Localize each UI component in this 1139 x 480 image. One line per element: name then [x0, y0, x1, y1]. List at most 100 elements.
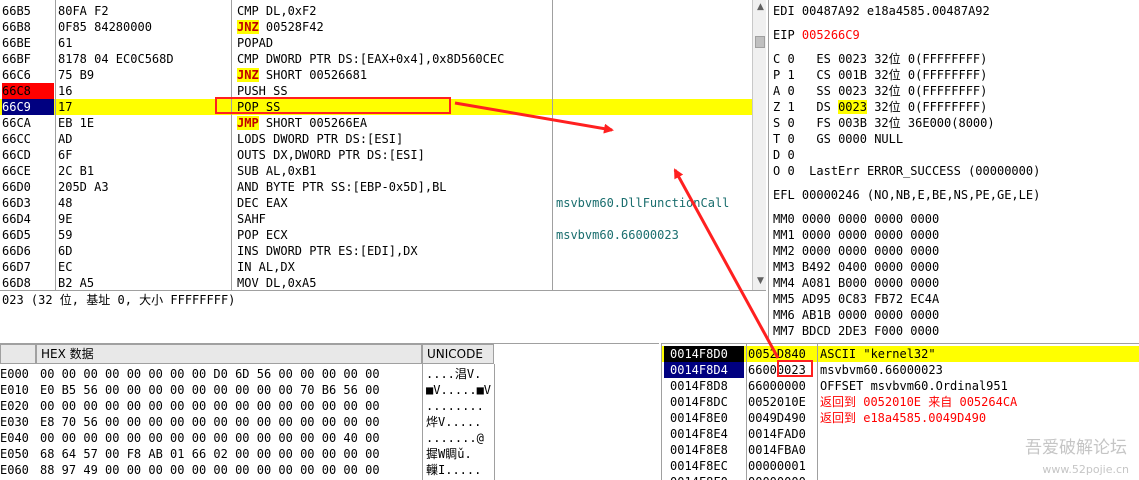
disasm-operands: SHORT 005266EA	[258, 116, 368, 130]
disasm-row[interactable]: 66CC AD LODS DWORD PTR DS:[ESI]	[0, 131, 752, 147]
disasm-row[interactable]: 66D4 9E SAHF	[0, 211, 752, 227]
stack-row[interactable]: 0014F8D0 0052D840 ASCII "kernel32"	[662, 346, 1139, 362]
disassembly-pane[interactable]: 66B5 80FA F2 CMP DL,0xF2 66B8 0F85 84280000 J…	[0, 0, 766, 290]
disasm-row[interactable]: 66CE 2C B1 SUB AL,0xB1	[0, 163, 752, 179]
disasm-operands: AL,DX	[251, 260, 295, 274]
disasm-row[interactable]: 66CA EB 1E JMP SHORT 005266EA	[0, 115, 752, 131]
segment-register-row[interactable]: A 0 SS 0023 32位 0(FFFFFFFF)	[773, 83, 987, 99]
disasm-row[interactable]: 66D3 48 DEC EAX msvbvm60.DllFunctionCall	[0, 195, 752, 211]
dump-col-hex[interactable]: HEX 数据	[36, 344, 422, 364]
stack-address: 0014F8D4	[664, 362, 744, 378]
disasm-mnemonic: INS	[237, 244, 259, 258]
segment-register-row[interactable]: T 0 GS 0000 NULL	[773, 131, 910, 147]
disasm-hex: 48	[58, 196, 73, 210]
scroll-thumb[interactable]	[755, 36, 765, 48]
disasm-row[interactable]: 66BF 8178 04 EC0C568D CMP DWORD PTR DS:[EA…	[0, 51, 752, 67]
segment-selector: 0023	[838, 100, 867, 114]
dump-unicode: ........	[426, 399, 484, 413]
dump-row[interactable]: E000 00 00 00 00 00 00 00 00 D0 6D 56 00 …	[0, 366, 659, 382]
register-efl[interactable]: EFL 00000246 (NO,NB,E,BE,NS,PE,GE,LE)	[773, 187, 1040, 203]
dump-col-address[interactable]	[0, 344, 36, 364]
mmx-register-row[interactable]: MM0 0000 0000 0000 0000	[773, 211, 939, 227]
disasm-instruction: JNZ SHORT 00526681	[237, 67, 552, 83]
dump-row[interactable]: E060 88 97 49 00 00 00 00 00 00 00 00 00 …	[0, 462, 659, 478]
disasm-operands: ECX	[258, 228, 288, 242]
disasm-scrollbar[interactable]: ▲ ▼	[752, 0, 766, 290]
mmx-register-row[interactable]: MM6 AB1B 0000 0000 0000	[773, 307, 939, 323]
hex-dump-pane[interactable]: HEX 数据 UNICODE E000 00 00 00 00 00 00 00 …	[0, 343, 659, 480]
disasm-address: 66D4	[2, 212, 31, 226]
segment-selector: 001B	[838, 68, 867, 82]
segment-bits: 32位	[874, 84, 901, 98]
annotation-box-stack-value	[777, 360, 813, 377]
dump-row[interactable]: E010 E0 B5 56 00 00 00 00 00 00 00 00 00 …	[0, 382, 659, 398]
registers-pane[interactable]: EDI 00487A92 e18a4585.00487A92 EIP 00526…	[768, 0, 1139, 342]
segment-bits: NULL	[874, 132, 904, 146]
stack-row[interactable]: 0014F8D4 66000023 msvbvm60.66000023	[662, 362, 1139, 378]
mmx-register-row[interactable]: MM2 0000 0000 0000 0000	[773, 243, 939, 259]
stack-row[interactable]: 0014F8DC 0052010E 返回到 0052010E 来自 005264CA	[662, 394, 1139, 410]
flag-d[interactable]: D 0	[773, 147, 795, 163]
scroll-up-icon[interactable]: ▲	[755, 2, 766, 13]
segment-register-row[interactable]: Z 1 DS 0023 32位 0(FFFFFFFF)	[773, 99, 987, 115]
disasm-hex: 59	[58, 228, 73, 242]
dump-col-unicode[interactable]: UNICODE	[422, 344, 494, 364]
mmx-register-row[interactable]: MM4 A081 B000 0000 0000	[773, 275, 939, 291]
disasm-comment	[556, 83, 752, 99]
mmx-register-row[interactable]: MM3 B492 0400 0000 0000	[773, 259, 939, 275]
dump-row[interactable]: E030 E8 70 56 00 00 00 00 00 00 00 00 00 …	[0, 414, 659, 430]
segment-register-row[interactable]: P 1 CS 001B 32位 0(FFFFFFFF)	[773, 67, 987, 83]
disasm-operands: SHORT 00526681	[258, 68, 368, 82]
dump-row[interactable]: E020 00 00 00 00 00 00 00 00 00 00 00 00 …	[0, 398, 659, 414]
disasm-row[interactable]: 66CD 6F OUTS DX,DWORD PTR DS:[ESI]	[0, 147, 752, 163]
disasm-comment	[556, 67, 752, 83]
disasm-instruction: DEC EAX	[237, 195, 552, 211]
mmx-register-row[interactable]: MM7 BDCD 2DE3 F000 0000	[773, 323, 939, 339]
stack-address: 0014F8E0	[670, 411, 728, 425]
disasm-mnemonic: PUSH	[237, 84, 266, 98]
stack-row[interactable]: 0014F8E0 0049D490 返回到 e18a4585.0049D490	[662, 410, 1139, 426]
disasm-address: 66D3	[2, 196, 31, 210]
disasm-row[interactable]: 66C6 75 B9 JNZ SHORT 00526681	[0, 67, 752, 83]
segment-selector: 0023	[838, 84, 867, 98]
stack-row[interactable]: 0014F8D8 66000000 OFFSET msvbvm60.Ordinal9…	[662, 378, 1139, 394]
dump-divider	[422, 364, 423, 480]
register-edi[interactable]: EDI 00487A92 e18a4585.00487A92	[773, 3, 990, 19]
scroll-down-icon[interactable]: ▼	[755, 276, 766, 287]
stack-pane[interactable]: 0014F8D0 0052D840 ASCII "kernel32" 0014F8D4…	[661, 343, 1139, 480]
disasm-row[interactable]: 66B8 0F85 84280000 JNZ 00528F42	[0, 19, 752, 35]
disasm-row[interactable]: 66B5 80FA F2 CMP DL,0xF2	[0, 3, 752, 19]
disasm-row[interactable]: 66D8 B2 A5 MOV DL,0xA5	[0, 275, 752, 290]
mmx-register-row[interactable]: MM1 0000 0000 0000 0000	[773, 227, 939, 243]
disasm-hex: 205D A3	[58, 180, 109, 194]
disasm-hex: B2 A5	[58, 276, 95, 290]
disasm-row[interactable]: 66D7 EC IN AL,DX	[0, 259, 752, 275]
disasm-operands: DWORD PTR DS:[ESI]	[265, 132, 404, 146]
dump-row[interactable]: E050 68 64 57 00 F8 AB 01 66 02 00 00 00 …	[0, 446, 659, 462]
disasm-hex: EB 1E	[58, 116, 95, 130]
flag-o[interactable]: O 0 LastErr ERROR_SUCCESS (00000000)	[773, 163, 1040, 179]
mmx-register-row[interactable]: MM5 AD95 0C83 FB72 EC4A	[773, 291, 939, 307]
segment-register-row[interactable]: S 0 FS 003B 32位 36E000(8000)	[773, 115, 995, 131]
disasm-mnemonic: DEC	[237, 196, 259, 210]
disasm-row[interactable]: 66D5 59 POP ECX msvbvm60.66000023	[0, 227, 752, 243]
disasm-comment	[556, 259, 752, 275]
flag-label: T 0	[773, 132, 795, 146]
disasm-comment	[556, 179, 752, 195]
segment-name: SS	[816, 84, 831, 98]
segment-register-row[interactable]: C 0 ES 0023 32位 0(FFFFFFFF)	[773, 51, 987, 67]
disasm-mnemonic: LODS	[237, 132, 266, 146]
watermark-url: www.52pojie.cn	[1042, 463, 1129, 476]
disasm-instruction: POP ECX	[237, 227, 552, 243]
disasm-mnemonic: JNZ	[237, 68, 259, 82]
stack-value: 0049D490	[748, 411, 806, 425]
disasm-comment	[556, 115, 752, 131]
disasm-row[interactable]: 66D6 6D INS DWORD PTR ES:[EDI],DX	[0, 243, 752, 259]
disasm-operands: 00528F42	[258, 20, 324, 34]
dump-row[interactable]: E040 00 00 00 00 00 00 00 00 00 00 00 00 …	[0, 430, 659, 446]
register-eip[interactable]: EIP 005266C9	[773, 27, 860, 43]
disasm-row[interactable]: 66D0 205D A3 AND BYTE PTR SS:[EBP-0x5D],BL	[0, 179, 752, 195]
disasm-row[interactable]: 66BE 61 POPAD	[0, 35, 752, 51]
disasm-address: 66C8	[2, 83, 54, 99]
disasm-divider-asm	[552, 0, 553, 290]
